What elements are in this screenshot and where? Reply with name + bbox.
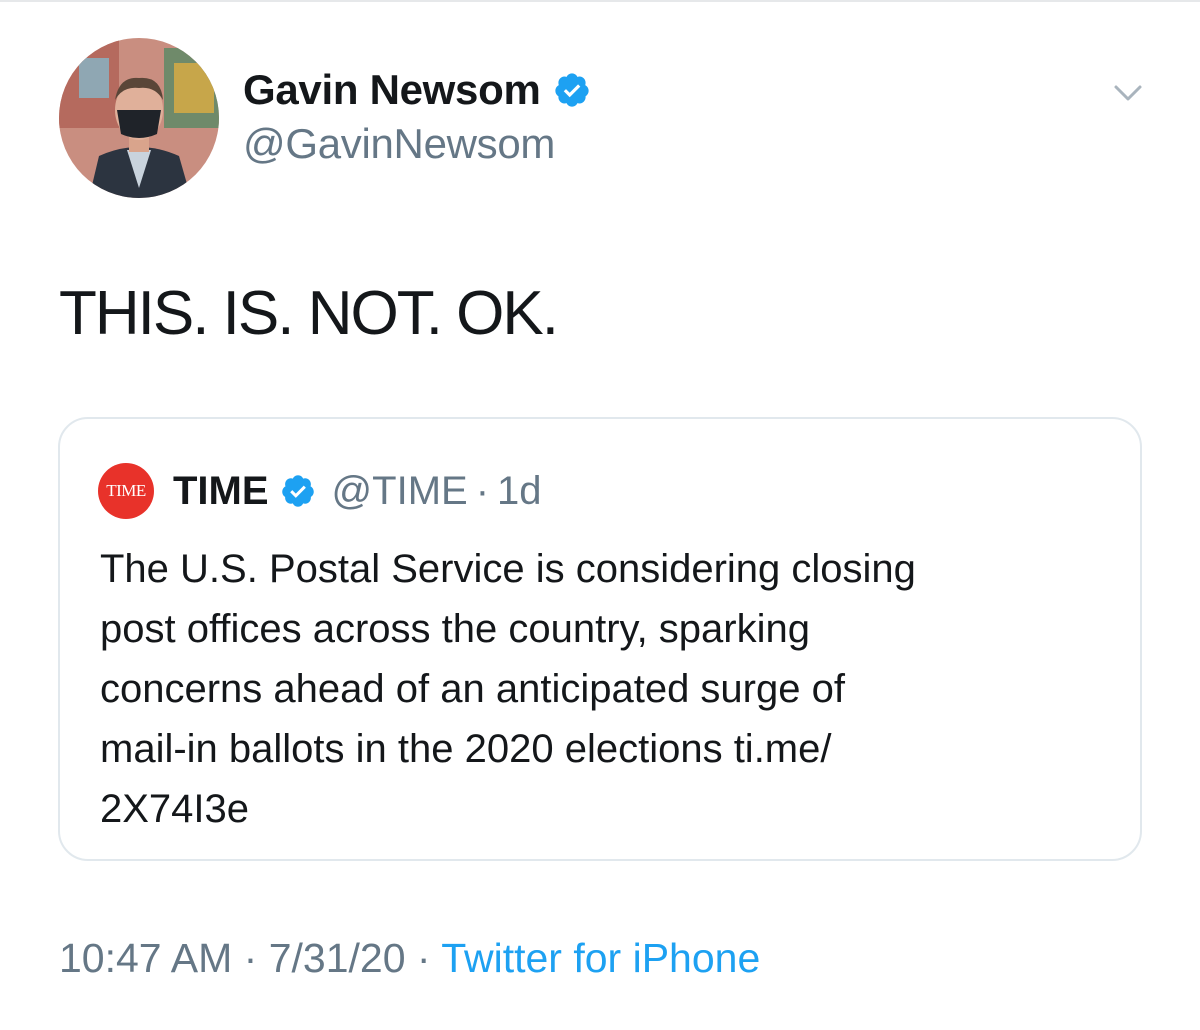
tweet-date[interactable]: 7/31/20 [269, 935, 406, 981]
time-logo-avatar: TIME [98, 463, 154, 519]
verified-badge-icon [280, 473, 316, 509]
tweet-timestamp[interactable]: 10:47 AM [59, 935, 232, 981]
quoted-tweet-header: TIME TIME @TIME · 1d [98, 463, 542, 519]
quoted-separator: · [475, 468, 490, 513]
quoted-tweet-card[interactable]: TIME TIME @TIME · 1d The U.S. Postal Ser… [58, 417, 1142, 861]
quoted-tweet-text: The U.S. Postal Service is considering c… [100, 547, 916, 831]
tweet-meta: 10:47 AM · 7/31/20 · Twitter for iPhone [59, 935, 760, 982]
quoted-handle: @TIME [331, 468, 468, 513]
author-handle[interactable]: @GavinNewsom [243, 120, 555, 168]
top-divider [0, 0, 1200, 2]
avatar[interactable] [59, 38, 219, 198]
author-name-row: Gavin Newsom [243, 62, 591, 118]
meta-separator: · [243, 935, 258, 981]
meta-separator: · [416, 935, 431, 981]
author-display-name[interactable]: Gavin Newsom [243, 66, 541, 114]
quoted-display-name: TIME [173, 468, 269, 513]
verified-badge-icon [553, 71, 591, 109]
tweet-source-link[interactable]: Twitter for iPhone [441, 935, 760, 981]
quoted-age: 1d [497, 468, 542, 513]
avatar-photo [59, 38, 219, 198]
tweet-text: THIS. IS. NOT. OK. [59, 279, 559, 348]
chevron-down-icon[interactable] [1108, 72, 1148, 112]
